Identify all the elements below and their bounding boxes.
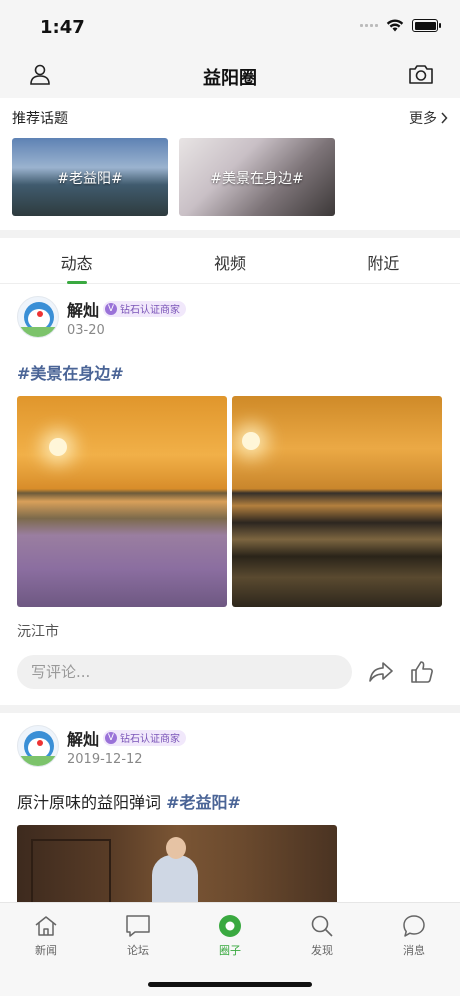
topic-card-scenery[interactable]: #美景在身边# — [179, 138, 335, 216]
post-text: 原汁原味的益阳弹词 #老益阳# — [17, 789, 443, 813]
page-title: 益阳圈 — [203, 68, 257, 89]
wifi-icon — [386, 19, 404, 32]
post-card: 解灿 V 钻石认证商家 2019-12-12 原汁原味的益阳弹词 #老益阳# — [0, 713, 460, 933]
camera-icon[interactable] — [408, 62, 434, 90]
post-date: 2019-12-12 — [67, 751, 143, 767]
comment-input[interactable] — [17, 655, 352, 689]
tabbar-label: 论坛 — [127, 944, 149, 957]
post-topic-tag[interactable]: #美景在身边# — [17, 360, 443, 384]
avatar[interactable] — [17, 296, 59, 338]
post-location: 沅江市 — [17, 624, 59, 640]
topic-card-old-yiyang[interactable]: #老益阳# — [12, 138, 168, 216]
tabbar-label: 圈子 — [219, 944, 241, 957]
tabbar-item-news[interactable]: 新闻 — [0, 903, 92, 996]
post-date: 03-20 — [67, 322, 105, 338]
status-bar: 1:47 — [0, 0, 460, 56]
status-time: 1:47 — [40, 17, 85, 38]
more-topics-link[interactable]: 更多 — [409, 108, 448, 128]
verified-badge: V 钻石认证商家 — [103, 300, 187, 317]
status-icons — [360, 19, 441, 32]
tab-video[interactable]: 视频 — [153, 238, 306, 283]
badge-label: 钻石认证商家 — [120, 734, 181, 745]
tab-nearby[interactable]: 附近 — [307, 238, 460, 283]
tabbar-label: 新闻 — [35, 944, 57, 957]
divider — [0, 230, 460, 238]
share-icon[interactable] — [368, 661, 394, 683]
circle-icon — [218, 913, 242, 939]
tabbar-item-messages[interactable]: 消息 — [368, 903, 460, 996]
like-icon[interactable] — [410, 660, 434, 684]
divider — [0, 705, 460, 713]
author-name[interactable]: 解灿 — [67, 297, 99, 321]
home-indicator — [148, 982, 312, 987]
topic-label: #老益阳# — [57, 171, 123, 187]
topics-title: 推荐话题 — [12, 111, 68, 127]
post-topic-tag[interactable]: #老益阳# — [166, 793, 241, 812]
avatar[interactable] — [17, 725, 59, 767]
verified-icon: V — [105, 731, 118, 744]
nav-bar: 益阳圈 — [0, 56, 460, 98]
tabbar-label: 发现 — [311, 944, 333, 957]
author-name[interactable]: 解灿 — [67, 726, 99, 750]
tab-dynamic[interactable]: 动态 — [0, 238, 153, 284]
post-card: 解灿 V 钻石认证商家 03-20 #美景在身边# 沅江市 — [0, 284, 460, 691]
battery-icon — [412, 19, 441, 32]
post-body: 原汁原味的益阳弹词 — [17, 793, 167, 812]
tabbar-label: 消息 — [403, 944, 425, 957]
post-image[interactable] — [232, 396, 442, 607]
feed-tabs: 动态 视频 附近 — [0, 238, 460, 284]
recommended-topics: 推荐话题 更多 #老益阳# #美景在身边# — [0, 98, 460, 230]
search-icon — [310, 913, 334, 939]
post-image[interactable] — [17, 396, 227, 607]
more-label: 更多 — [409, 111, 437, 127]
bottom-tab-bar: 新闻 论坛 圈子 发现 消息 — [0, 902, 460, 996]
forum-icon — [125, 913, 151, 939]
badge-label: 钻石认证商家 — [120, 305, 181, 316]
verified-badge: V 钻石认证商家 — [103, 729, 187, 746]
signal-icon — [360, 24, 378, 27]
topic-label: #美景在身边# — [210, 171, 304, 187]
home-icon — [34, 913, 58, 939]
verified-icon: V — [105, 302, 118, 315]
message-icon — [402, 913, 426, 939]
chevron-right-icon — [441, 112, 448, 124]
